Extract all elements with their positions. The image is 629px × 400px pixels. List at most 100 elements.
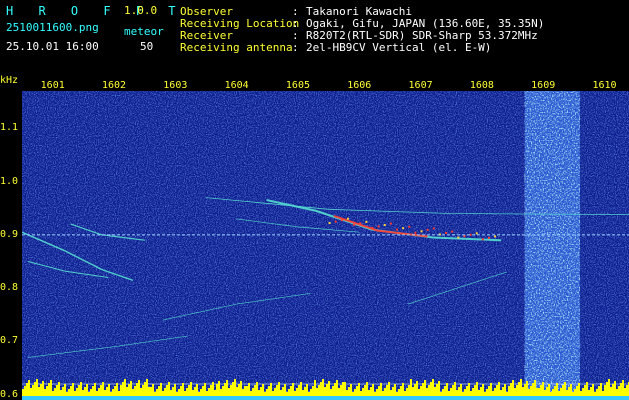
baseline-bar xyxy=(124,379,126,397)
datetime-label: 25.10.01 16:00 xyxy=(6,40,99,53)
baseline-bar xyxy=(574,389,576,397)
baseline-bar xyxy=(120,385,122,397)
baseline-bar xyxy=(514,388,516,397)
baseline-bar xyxy=(248,383,250,397)
baseline-bar xyxy=(100,385,102,397)
baseline-bar xyxy=(496,385,498,397)
baseline-bar xyxy=(450,388,452,397)
baseline-bar xyxy=(342,382,344,397)
baseline-bar xyxy=(322,379,324,397)
baseline-bar xyxy=(596,389,598,397)
baseline-bar xyxy=(156,389,158,397)
baseline-bar xyxy=(512,380,514,397)
baseline-bar xyxy=(592,384,594,397)
baseline-bar xyxy=(112,389,114,397)
baseline-bar xyxy=(140,388,142,397)
baseline-bar xyxy=(326,384,328,397)
baseline-bar xyxy=(226,380,228,397)
baseline-bar xyxy=(534,380,536,397)
baseline-bar xyxy=(90,389,92,397)
baseline-bar xyxy=(142,385,144,397)
baseline-bar xyxy=(236,387,238,397)
baseline-bar xyxy=(554,386,556,397)
baseline-bar xyxy=(138,380,140,397)
baseline-bar xyxy=(192,390,194,397)
baseline-bar xyxy=(310,389,312,397)
baseline-bar xyxy=(584,385,586,397)
echo-hot-pixel xyxy=(328,222,331,225)
x-tick-label: 1605 xyxy=(285,80,310,91)
baseline-bar xyxy=(268,386,270,397)
baseline-bar xyxy=(398,389,400,397)
baseline-bar xyxy=(400,386,402,397)
baseline-bar xyxy=(380,383,382,397)
baseline-bar xyxy=(170,390,172,397)
baseline-bar xyxy=(528,389,530,397)
filename-label: 2510011600.png xyxy=(6,21,99,34)
baseline-bar xyxy=(444,386,446,397)
baseline-bar xyxy=(190,382,192,397)
baseline-bar xyxy=(278,382,280,397)
baseline-bar xyxy=(132,389,134,397)
baseline-bar xyxy=(490,383,492,397)
baseline-bar xyxy=(328,381,330,397)
baseline-bar xyxy=(406,388,408,397)
baseline-bar xyxy=(366,382,368,397)
echo-hot-pixel xyxy=(353,223,356,226)
baseline-bar xyxy=(76,388,78,397)
baseline-bar xyxy=(522,387,524,397)
meteor-count: 50 xyxy=(140,40,154,53)
baseline-bar xyxy=(600,383,602,397)
baseline-bar xyxy=(480,387,482,397)
baseline-bar xyxy=(408,385,410,397)
y-unit-label: kHz xyxy=(0,75,19,86)
baseline-bar xyxy=(536,388,538,397)
baseline-bar xyxy=(524,384,526,397)
app-version: 1.0.0 xyxy=(124,4,158,17)
baseline-bar xyxy=(86,384,88,397)
baseline-bar xyxy=(82,390,84,397)
baseline-bar xyxy=(606,382,608,397)
baseline-bar xyxy=(370,387,372,397)
baseline-bar xyxy=(410,379,412,397)
baseline-bar xyxy=(556,383,558,397)
x-tick-label: 1607 xyxy=(408,80,433,91)
baseline-bar xyxy=(244,386,246,397)
baseline-bar xyxy=(350,384,352,397)
baseline-bar xyxy=(482,384,484,397)
baseline-bar xyxy=(422,383,424,397)
baseline-bar xyxy=(202,386,204,397)
baseline-bar xyxy=(446,383,448,397)
baseline-bar xyxy=(182,383,184,397)
baseline-bar xyxy=(158,386,160,397)
baseline-bar xyxy=(224,383,226,397)
echo-hot-pixel xyxy=(396,228,399,231)
baseline-bar xyxy=(230,385,232,397)
baseline-bar xyxy=(306,384,308,397)
baseline-bar xyxy=(526,381,528,397)
baseline-bar xyxy=(260,387,262,397)
baseline-bar xyxy=(68,389,70,397)
baseline-bar xyxy=(290,386,292,397)
baseline-bar xyxy=(234,379,236,397)
baseline-bar xyxy=(196,384,198,397)
baseline-bar xyxy=(54,388,56,397)
baseline-bar xyxy=(98,388,100,397)
baseline-bar xyxy=(134,386,136,397)
baseline-bar xyxy=(420,386,422,397)
echo-hot-pixel xyxy=(340,219,343,222)
baseline-bar xyxy=(92,386,94,397)
x-tick-label: 1608 xyxy=(469,80,494,91)
baseline-bar xyxy=(238,384,240,397)
baseline-bar xyxy=(28,380,30,397)
echo-hot-pixel xyxy=(334,220,337,223)
antenna-sep: : xyxy=(292,41,299,54)
baseline-bar xyxy=(624,388,626,397)
baseline-bar xyxy=(292,383,294,397)
baseline-bar xyxy=(604,385,606,397)
baseline-bar xyxy=(338,388,340,397)
baseline-bar xyxy=(302,390,304,397)
baseline-bar xyxy=(180,386,182,397)
baseline-bar xyxy=(412,387,414,397)
baseline-bar xyxy=(416,381,418,397)
